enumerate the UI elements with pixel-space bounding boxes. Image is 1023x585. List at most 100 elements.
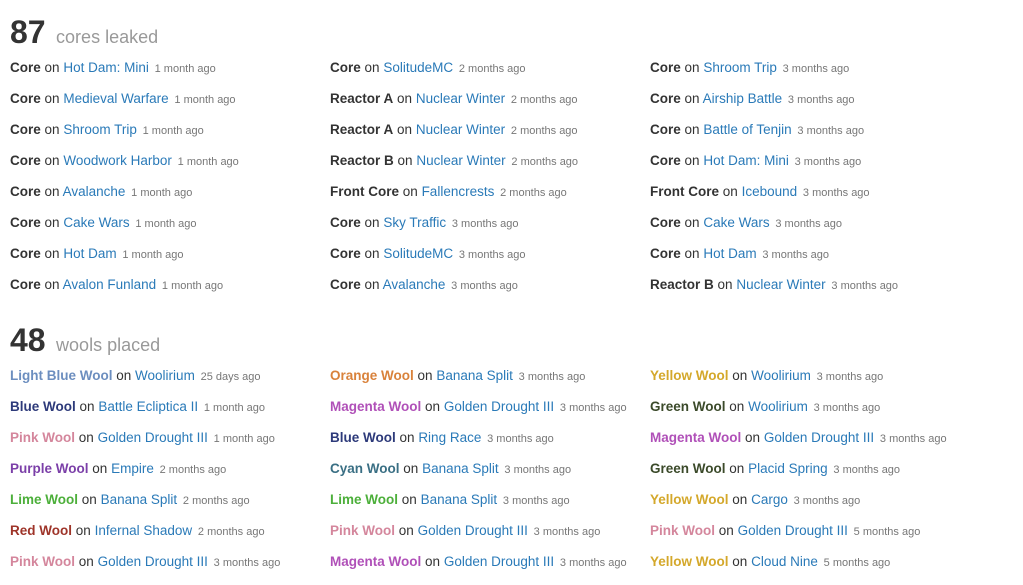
map-link[interactable]: Airship Battle (703, 91, 783, 106)
wool-list-item: Pink Wool on Golden Drought III 3 months… (330, 521, 650, 552)
core-objective: Core (10, 246, 41, 261)
on-text: on (116, 368, 132, 383)
map-link[interactable]: Shroom Trip (63, 122, 137, 137)
map-link[interactable]: Woolirium (751, 368, 811, 383)
core-list-item: Core on Shroom Trip 3 months ago (650, 58, 970, 89)
wool-list-item: Pink Wool on Golden Drought III 1 month … (10, 428, 330, 459)
map-link[interactable]: Battle of Tenjin (703, 122, 791, 137)
map-link[interactable]: Nuclear Winter (416, 122, 505, 137)
map-link[interactable]: Banana Split (421, 492, 498, 507)
map-link[interactable]: Hot Dam (63, 246, 116, 261)
on-text: on (722, 184, 738, 199)
core-objective: Core (10, 184, 41, 199)
wool-list-item: Magenta Wool on Golden Drought III 3 mon… (330, 397, 650, 428)
map-link[interactable]: Golden Drought III (444, 399, 554, 414)
on-text: on (44, 246, 60, 261)
map-link[interactable]: Golden Drought III (418, 523, 528, 538)
map-link[interactable]: Ring Race (418, 430, 481, 445)
core-objective: Reactor A (330, 91, 394, 106)
map-link[interactable]: Hot Dam (703, 246, 756, 261)
map-link[interactable]: Banana Split (101, 492, 178, 507)
on-text: on (401, 492, 417, 507)
wool-list-item: Cyan Wool on Banana Split 3 months ago (330, 459, 650, 490)
wool-list-item: Magenta Wool on Golden Drought III 3 mon… (650, 428, 970, 459)
map-link[interactable]: Avalanche (63, 184, 126, 199)
map-link[interactable]: SolitudeMC (383, 60, 453, 75)
map-link[interactable]: SolitudeMC (383, 246, 453, 261)
map-link[interactable]: Woodwork Harbor (63, 153, 172, 168)
map-link[interactable]: Woolirium (748, 399, 808, 414)
map-link[interactable]: Fallencrests (422, 184, 495, 199)
relative-time: 2 months ago (510, 125, 578, 137)
map-link[interactable]: Avalanche (383, 277, 446, 292)
core-objective: Front Core (330, 184, 399, 199)
on-text: on (44, 184, 60, 199)
wool-objective: Magenta Wool (330, 554, 422, 569)
map-link[interactable]: Placid Spring (748, 461, 828, 476)
on-text: on (684, 60, 700, 75)
core-list-item: Core on Cake Wars 1 month ago (10, 213, 330, 244)
core-objective: Core (650, 246, 681, 261)
map-link[interactable]: Nuclear Winter (416, 91, 505, 106)
map-link[interactable]: Golden Drought III (738, 523, 848, 538)
map-link[interactable]: Empire (111, 461, 154, 476)
on-text: on (44, 215, 60, 230)
relative-time: 3 months ago (794, 156, 862, 168)
core-list-item: Core on Hot Dam: Mini 3 months ago (650, 151, 970, 182)
relative-time: 1 month ago (135, 218, 197, 230)
wools-section: 48 wools placed Light Blue Wool on Wooli… (10, 322, 1010, 569)
wool-objective: Pink Wool (10, 430, 76, 445)
map-link[interactable]: Cargo (751, 492, 788, 507)
core-objective: Core (650, 153, 681, 168)
map-link[interactable]: Cloud Nine (751, 554, 818, 569)
map-link[interactable]: Golden Drought III (98, 430, 208, 445)
map-link[interactable]: Woolirium (135, 368, 195, 383)
map-link[interactable]: Golden Drought III (444, 554, 554, 569)
map-link[interactable]: Golden Drought III (98, 554, 208, 569)
wool-list-item: Blue Wool on Ring Race 3 months ago (330, 428, 650, 459)
core-list-item: Reactor B on Nuclear Winter 3 months ago (650, 275, 970, 306)
wool-list-item: Pink Wool on Golden Drought III 3 months… (10, 552, 330, 583)
wool-objective: Magenta Wool (330, 399, 422, 414)
relative-time: 3 months ago (793, 495, 861, 507)
map-link[interactable]: Banana Split (436, 368, 513, 383)
map-link[interactable]: Shroom Trip (703, 60, 777, 75)
map-link[interactable]: Banana Split (422, 461, 499, 476)
on-text: on (425, 554, 441, 569)
map-link[interactable]: Avalon Funland (63, 277, 157, 292)
core-list-item: Core on Shroom Trip 1 month ago (10, 120, 330, 151)
wool-column: Light Blue Wool on Woolirium 25 days ago… (10, 366, 330, 583)
core-objective: Core (330, 246, 361, 261)
core-objective: Core (10, 91, 41, 106)
map-link[interactable]: Golden Drought III (764, 430, 874, 445)
wool-list-item: Purple Wool on Empire 2 months ago (10, 459, 330, 490)
map-link[interactable]: Icebound (742, 184, 798, 199)
map-link[interactable]: Cake Wars (63, 215, 129, 230)
core-list-item: Core on Avalon Funland 1 month ago (10, 275, 330, 306)
map-link[interactable]: Hot Dam: Mini (63, 60, 149, 75)
map-link[interactable]: Sky Traffic (383, 215, 446, 230)
relative-time: 2 months ago (500, 187, 567, 199)
on-text: on (44, 91, 60, 106)
core-objective: Core (330, 277, 361, 292)
relative-time: 2 months ago (510, 94, 578, 106)
map-link[interactable]: Hot Dam: Mini (703, 153, 789, 168)
on-text: on (684, 91, 700, 106)
map-link[interactable]: Cake Wars (703, 215, 769, 230)
on-text: on (717, 277, 733, 292)
relative-time: 1 month ago (131, 187, 193, 199)
core-list-item: Core on Cake Wars 3 months ago (650, 213, 970, 244)
wool-list-item: Green Wool on Woolirium 3 months ago (650, 397, 970, 428)
cores-count: 87 (10, 14, 46, 50)
relative-time: 1 month ago (161, 280, 224, 292)
on-text: on (364, 246, 380, 261)
core-list-item: Core on Airship Battle 3 months ago (650, 89, 970, 120)
map-link[interactable]: Infernal Shadow (95, 523, 193, 538)
map-link[interactable]: Nuclear Winter (416, 153, 505, 168)
relative-time: 3 months ago (559, 557, 627, 569)
map-link[interactable]: Medieval Warfare (63, 91, 168, 106)
relative-time: 1 month ago (177, 156, 239, 168)
map-link[interactable]: Battle Ecliptica II (98, 399, 198, 414)
map-link[interactable]: Nuclear Winter (736, 277, 825, 292)
core-list-item: Core on Avalanche 3 months ago (330, 275, 650, 306)
